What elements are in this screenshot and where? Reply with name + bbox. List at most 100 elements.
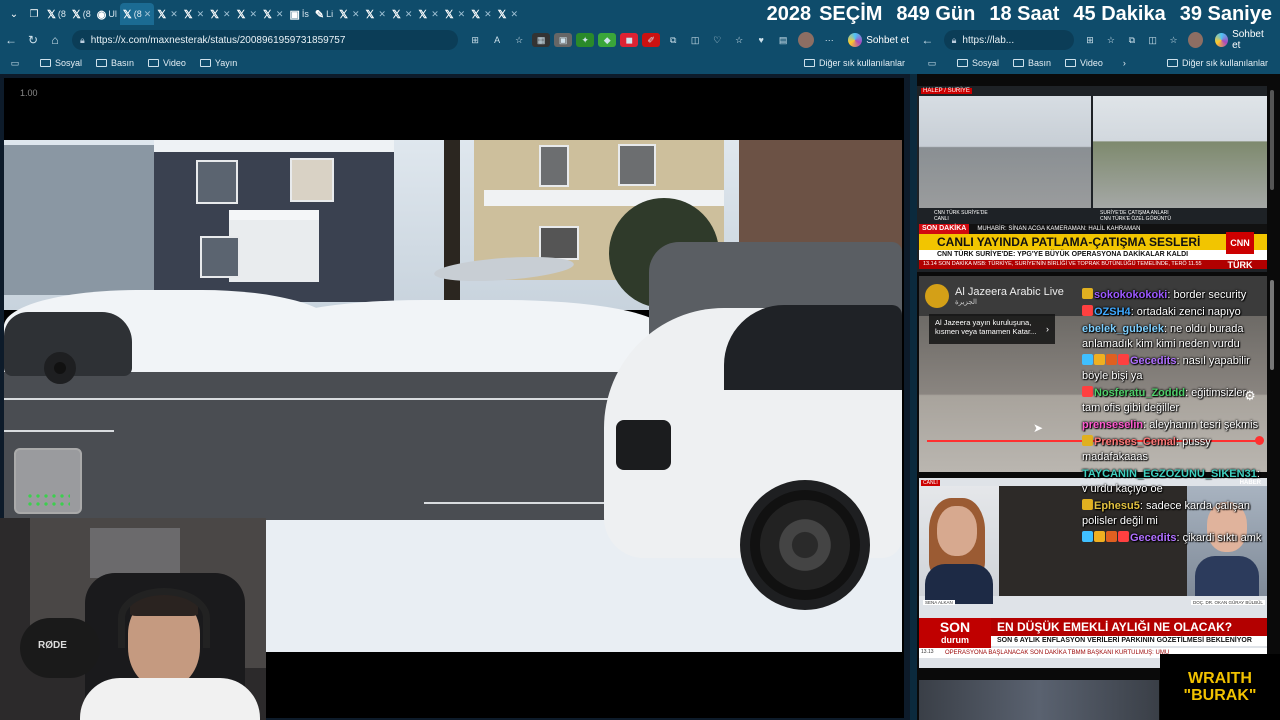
tab-close-icon[interactable]: ✕ [249, 9, 257, 20]
tab-label: Ul [108, 9, 117, 19]
browser-tab[interactable]: ◉ Ul [94, 3, 120, 25]
bookmark-folder[interactable]: Video [148, 58, 186, 68]
tab-close-icon[interactable]: ✕ [405, 9, 413, 20]
collections-icon[interactable]: ▤ [774, 33, 792, 47]
more-menu-icon[interactable]: ⋯ [820, 33, 838, 47]
tab-close-icon[interactable]: ✕ [484, 9, 492, 20]
browser-tab[interactable]: 𝕏 ✕ [495, 3, 521, 25]
browser-tab[interactable]: 𝕏 ✕ [234, 3, 260, 25]
puzzle-icon[interactable]: ⧉ [664, 33, 682, 47]
tab-close-icon[interactable]: ✕ [197, 9, 205, 20]
extension-icon[interactable]: ✐ [642, 33, 661, 47]
chat-username[interactable]: OZSH4 [1094, 306, 1131, 318]
extension-icon[interactable]: ◆ [598, 33, 617, 47]
tab-close-icon[interactable]: ✕ [458, 9, 466, 20]
sidebar-toggle-icon[interactable]: ▭ [6, 56, 24, 70]
browser-tab[interactable]: 𝕏 (8 [44, 3, 69, 25]
other-bookmarks[interactable]: Diğer sık kullanılanlar [1166, 58, 1268, 68]
scrollbar-thumb[interactable] [1270, 90, 1274, 190]
app-icon[interactable]: ⊞ [1082, 33, 1099, 47]
tab-close-icon[interactable]: ✕ [378, 9, 386, 20]
other-bookmarks[interactable]: Diğer sık kullanılanlar [803, 58, 905, 68]
chat-username[interactable]: Prenses_Cemal [1094, 436, 1176, 448]
chat-username[interactable]: Ephesu5 [1094, 500, 1140, 512]
favorites-icon[interactable]: ☆ [730, 33, 748, 47]
browser-tab[interactable]: 𝕏 ✕ [154, 3, 180, 25]
tab-close-icon[interactable]: ✕ [352, 9, 360, 20]
read-aloud-icon[interactable]: A [488, 33, 506, 47]
chevron-right-icon[interactable]: › [1123, 58, 1126, 68]
left-url-field[interactable]: 🔒︎ https://x.com/maxnesterak/status/2008… [72, 30, 459, 50]
scrollbar-thumb[interactable] [1270, 280, 1274, 370]
bookmark-folder[interactable]: Sosyal [40, 58, 82, 68]
chat-username[interactable]: ebelek_gubelek [1082, 323, 1164, 335]
bookmark-folder[interactable]: Sosyal [957, 58, 999, 68]
tab-close-icon[interactable]: ✕ [276, 9, 284, 20]
browser-tab[interactable]: 𝕏 ✕ [260, 3, 286, 25]
chat-badge-icon [1106, 354, 1117, 365]
home-icon[interactable]: ⌂ [44, 33, 66, 47]
sidebar-toggle-icon[interactable]: ▭ [923, 56, 941, 70]
right-url-field[interactable]: 🔒︎ https://lab... [943, 30, 1074, 50]
split-screen-icon[interactable]: ◫ [686, 33, 704, 47]
profile-avatar[interactable] [798, 32, 815, 48]
bookmark-folder[interactable]: Basın [1013, 58, 1051, 68]
copilot-chat-button[interactable]: Sohbet et [840, 33, 917, 47]
window [618, 144, 656, 186]
chat-username[interactable]: Gecedits [1130, 532, 1176, 544]
puzzle-icon[interactable]: ⧉ [1123, 33, 1140, 47]
tab-close-icon[interactable]: ✕ [511, 9, 519, 20]
profile-avatar[interactable] [1188, 32, 1203, 48]
heart-icon[interactable]: ♥ [752, 33, 770, 47]
browser-tab[interactable]: 𝕏 ✕ [207, 3, 233, 25]
chat-username[interactable]: Nosferatu_Zoddd [1094, 387, 1185, 399]
workspaces-icon[interactable]: ❐ [26, 6, 42, 22]
chat-username[interactable]: prenseselin [1082, 419, 1143, 431]
tab-close-icon[interactable]: ✕ [144, 9, 152, 20]
tab-close-icon[interactable]: ✕ [431, 9, 439, 20]
browser-tab-active[interactable]: 𝕏 (8 ✕ [119, 3, 155, 25]
chat-message: Prenses_Cemal: pussy madafakaaas [1082, 435, 1266, 465]
chat-badge-icon [1118, 354, 1129, 365]
news-site-icon: ▣ [289, 8, 300, 21]
back-icon[interactable]: ← [0, 33, 22, 47]
extension-icon[interactable]: ◼ [620, 33, 639, 47]
browser-tab[interactable]: 𝕏 (8 [69, 3, 94, 25]
x-logo-icon: 𝕏 [183, 8, 193, 21]
favorites-icon[interactable]: ☆ [1165, 33, 1182, 47]
aljazeera-channel[interactable]: Al Jazeera Arabic Live [955, 286, 1064, 298]
chat-username[interactable]: Gecedits [1130, 355, 1176, 367]
extension-icon[interactable]: ▦ [532, 33, 551, 47]
x-logo-icon: 𝕏 [157, 8, 167, 21]
chat-username[interactable]: TAYCANIN_EGZOZUNU_SIKEN31 [1082, 468, 1257, 480]
browser-tab[interactable]: 𝕏 ✕ [468, 3, 494, 25]
reload-icon[interactable]: ↻ [22, 33, 44, 47]
browser-tab[interactable]: 𝕏 ✕ [389, 3, 415, 25]
chat-badge-icon [1082, 354, 1093, 365]
favorite-star-icon[interactable]: ☆ [1103, 33, 1120, 47]
bookmark-folder[interactable]: Video [1065, 58, 1103, 68]
browser-tab[interactable]: 𝕏 ✕ [442, 3, 468, 25]
browser-tab[interactable]: 𝕏 ✕ [181, 3, 207, 25]
bookmark-folder[interactable]: Yayın [199, 58, 237, 68]
tab-close-icon[interactable]: ✕ [223, 9, 231, 20]
tab-list-chevron-icon[interactable]: ⌄ [6, 6, 22, 22]
browser-tab[interactable]: ▣ İs [286, 3, 311, 25]
extension-icon[interactable]: ✦ [576, 33, 595, 47]
split-screen-icon[interactable]: ◫ [1144, 33, 1161, 47]
browser-tab[interactable]: 𝕏 ✕ [336, 3, 362, 25]
browser-essentials-icon[interactable]: ♡ [708, 33, 726, 47]
favorite-star-icon[interactable]: ☆ [510, 33, 528, 47]
tab-close-icon[interactable]: ✕ [170, 9, 178, 20]
suv-window [724, 305, 902, 390]
extension-icon[interactable]: ▣ [554, 33, 573, 47]
app-icon[interactable]: ⊞ [466, 33, 484, 47]
browser-tab[interactable]: ✎ Li [312, 3, 336, 25]
chat-username[interactable]: sokokokokoki [1094, 289, 1167, 301]
copilot-chat-button[interactable]: Sohbet et [1207, 29, 1280, 51]
funding-notice-card[interactable]: Al Jazeera yayın kuruluşuna, kısmen veya… [929, 314, 1055, 344]
back-icon[interactable]: ← [917, 33, 938, 47]
browser-tab[interactable]: 𝕏 ✕ [363, 3, 389, 25]
browser-tab[interactable]: 𝕏 ✕ [415, 3, 441, 25]
bookmark-folder[interactable]: Basın [96, 58, 134, 68]
